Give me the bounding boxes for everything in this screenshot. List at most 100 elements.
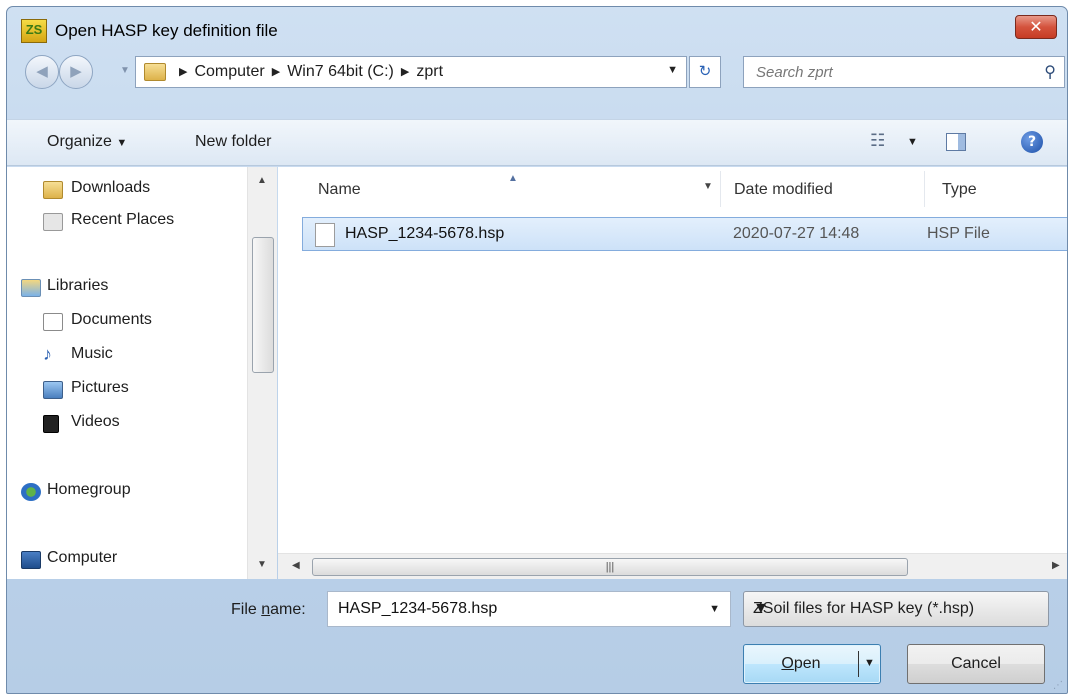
column-header-name[interactable]: Name	[318, 181, 361, 199]
nav-item-label: Pictures	[71, 379, 129, 396]
nav-item-label: Videos	[71, 413, 120, 430]
file-type-filter-select[interactable]: ZSoil files for HASP key (*.hsp) ▼	[743, 591, 1049, 627]
column-header-date-modified[interactable]: Date modified	[734, 181, 833, 199]
scroll-left-icon[interactable]: ◀	[292, 560, 300, 571]
open-button-label: Open	[753, 655, 849, 673]
chevron-down-icon: ▼	[753, 600, 769, 617]
file-type: HSP File	[927, 225, 990, 242]
recent-places-icon	[43, 213, 63, 231]
search-input[interactable]	[754, 62, 1024, 82]
nav-item-pictures[interactable]: Pictures	[43, 379, 129, 403]
file-list: Name ▲ ▼ Date modified Type HASP_1234-56…	[278, 167, 1067, 579]
label-accelerator: n	[261, 601, 271, 618]
libraries-icon	[21, 279, 41, 297]
scrollbar-thumb[interactable]	[252, 237, 274, 373]
videos-icon	[43, 415, 59, 433]
resize-grip-icon[interactable]: ⋰	[1053, 680, 1063, 691]
column-filter-dropdown-icon[interactable]: ▼	[703, 181, 713, 192]
back-arrow-icon: ◀	[36, 63, 48, 80]
downloads-folder-icon	[43, 181, 63, 199]
breadcrumb-separator-icon[interactable]: ▶	[172, 66, 194, 78]
scroll-up-icon[interactable]: ▲	[257, 175, 267, 186]
forward-arrow-icon: ▶	[70, 63, 82, 80]
breadcrumb-separator-icon[interactable]: ▶	[394, 66, 416, 78]
new-folder-button[interactable]: New folder	[195, 133, 271, 151]
forward-button[interactable]: ▶	[59, 55, 93, 89]
nav-item-label: Documents	[71, 311, 152, 328]
label-text: pen	[793, 655, 821, 672]
file-list-horizontal-scrollbar[interactable]: ◀ ||| ▶	[278, 553, 1067, 579]
chevron-down-icon: ▼	[116, 137, 128, 149]
music-icon: ♪	[43, 344, 52, 364]
column-header-type[interactable]: Type	[942, 181, 977, 199]
file-date-modified: 2020-07-27 14:48	[733, 225, 860, 242]
label-text: File	[231, 601, 262, 618]
preview-pane-icon[interactable]	[946, 133, 966, 151]
cancel-button-label: Cancel	[951, 655, 1001, 672]
zsoil-app-icon: ZS	[21, 19, 47, 43]
address-bar[interactable]: ▶ Computer ▶ Win7 64bit (C:) ▶ zprt ▼	[135, 56, 687, 88]
pictures-icon	[43, 381, 63, 399]
column-divider[interactable]	[924, 171, 925, 207]
breadcrumb-drive[interactable]: Win7 64bit (C:)	[287, 63, 394, 80]
dialog-title: Open HASP key definition file	[55, 21, 278, 40]
navigation-pane: Downloads Recent Places Libraries Docume…	[7, 167, 277, 579]
nav-item-downloads[interactable]: Downloads	[43, 179, 151, 203]
nav-item-computer[interactable]: Computer	[21, 549, 118, 573]
nav-item-homegroup[interactable]: Homegroup	[21, 481, 131, 505]
nav-item-videos[interactable]: Videos	[43, 413, 120, 437]
documents-icon	[43, 313, 63, 331]
file-name: HASP_1234-5678.hsp	[345, 225, 505, 242]
title-bar: ZS Open HASP key definition file ✕	[7, 7, 1067, 47]
computer-icon	[21, 551, 41, 569]
label-accelerator: O	[781, 655, 794, 672]
label-text: ame:	[270, 601, 306, 618]
nav-item-libraries[interactable]: Libraries	[21, 277, 109, 301]
breadcrumb: ▶ Computer ▶ Win7 64bit (C:) ▶ zprt	[172, 63, 443, 81]
breadcrumb-zprt[interactable]: zprt	[416, 63, 443, 80]
cancel-button[interactable]: Cancel	[907, 644, 1045, 684]
open-options-dropdown-icon[interactable]: ▼	[864, 657, 875, 669]
back-button[interactable]: ◀	[25, 55, 59, 89]
chevron-down-icon[interactable]: ▼	[709, 603, 720, 615]
file-name-combobox[interactable]: ▼	[327, 591, 731, 627]
scroll-right-icon[interactable]: ▶	[1052, 560, 1060, 571]
breadcrumb-computer[interactable]: Computer	[194, 63, 264, 80]
organize-label: Organize	[47, 133, 112, 150]
nav-item-label: Downloads	[71, 179, 151, 196]
nav-item-label: Homegroup	[47, 481, 131, 498]
command-bar: Organize ▼ New folder ☷ ▼ ?	[7, 119, 1067, 166]
column-divider[interactable]	[720, 171, 721, 207]
address-dropdown-icon[interactable]: ▼	[667, 64, 678, 76]
split-divider	[858, 651, 859, 677]
change-view-icon[interactable]: ☷	[870, 131, 885, 151]
refresh-icon: ↻	[698, 63, 712, 80]
homegroup-icon	[21, 483, 41, 501]
close-button[interactable]: ✕	[1015, 15, 1057, 39]
nav-item-label: Computer	[47, 549, 118, 566]
organize-button[interactable]: Organize ▼	[47, 133, 127, 151]
refresh-button[interactable]: ↻	[689, 56, 721, 88]
open-button[interactable]: Open ▼	[743, 644, 881, 684]
nav-item-music[interactable]: ♪ Music	[43, 344, 113, 369]
scrollbar-thumb[interactable]: |||	[312, 558, 908, 576]
nav-item-recent-places[interactable]: Recent Places	[43, 211, 174, 235]
scroll-down-icon[interactable]: ▼	[257, 559, 267, 570]
sort-ascending-icon: ▲	[508, 173, 518, 184]
search-icon[interactable]: ⚲	[1044, 62, 1056, 82]
nav-item-label: Libraries	[47, 277, 109, 294]
help-icon[interactable]: ?	[1021, 131, 1043, 153]
open-file-dialog: ZS Open HASP key definition file ✕ ◀ ▶ ▼…	[6, 6, 1068, 694]
file-icon	[315, 223, 335, 247]
search-box[interactable]: ⚲	[743, 56, 1065, 88]
nav-item-documents[interactable]: Documents	[43, 311, 152, 335]
navigation-scrollbar[interactable]: ▲ ▼	[247, 167, 277, 579]
recent-locations-dropdown[interactable]: ▼	[120, 65, 130, 76]
file-name-input[interactable]	[336, 599, 676, 619]
breadcrumb-separator-icon[interactable]: ▶	[265, 66, 287, 78]
file-row[interactable]: HASP_1234-5678.hsp 2020-07-27 14:48 HSP …	[302, 217, 1067, 251]
folder-icon	[144, 63, 166, 81]
file-name-label: File name:	[231, 601, 306, 619]
view-options-dropdown-icon[interactable]: ▼	[907, 136, 918, 148]
nav-item-label: Music	[71, 345, 113, 362]
